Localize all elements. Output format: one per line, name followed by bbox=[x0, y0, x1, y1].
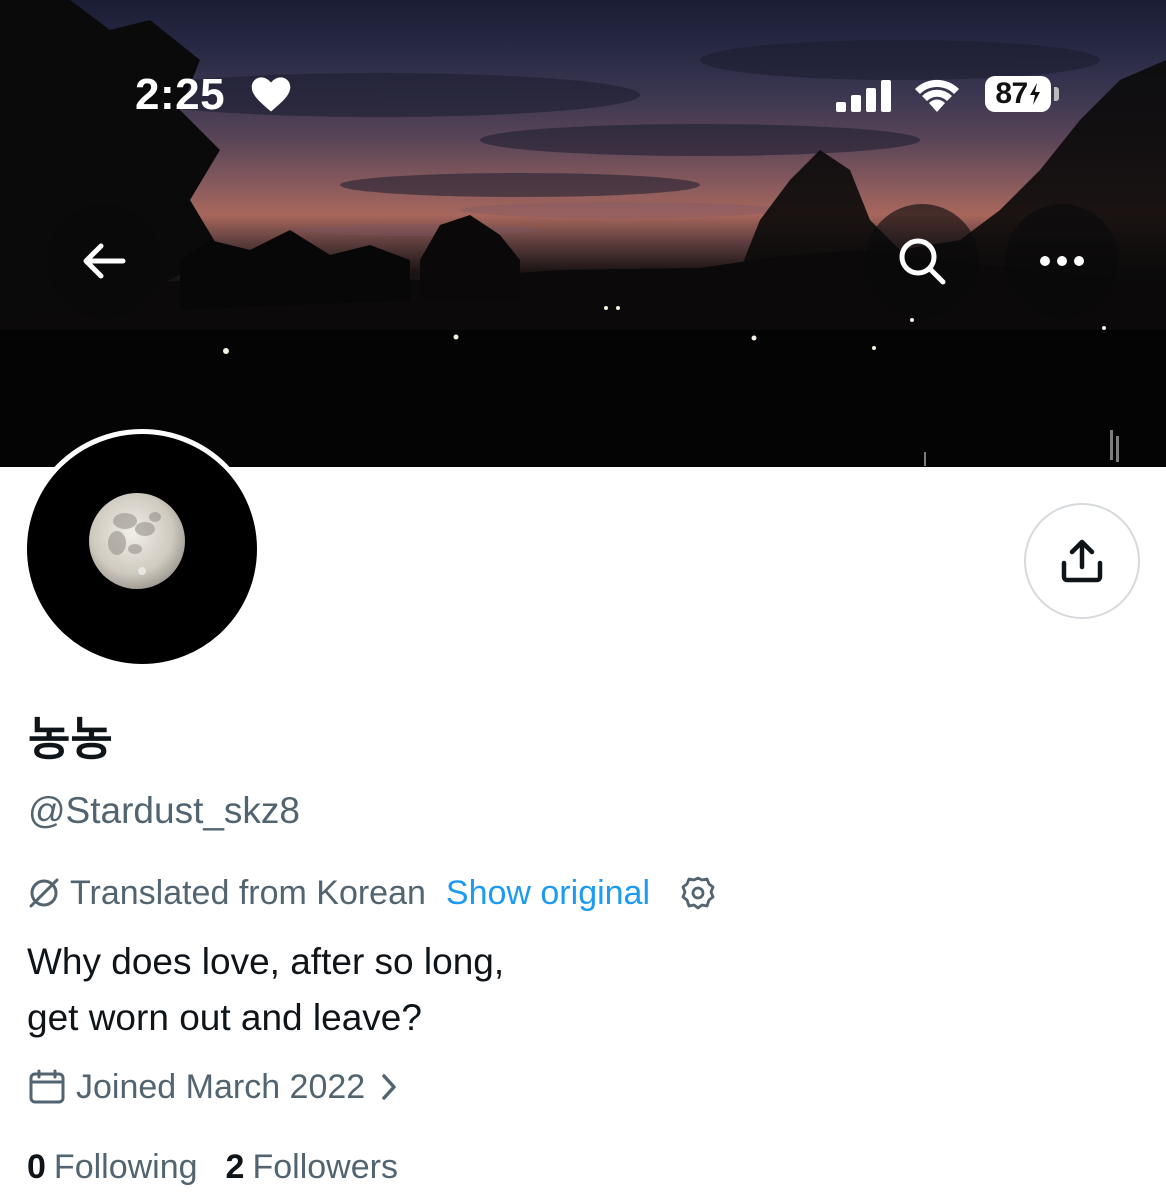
followers-count: 2 bbox=[225, 1148, 245, 1186]
display-name: 농농 bbox=[28, 712, 113, 766]
profile-avatar[interactable] bbox=[22, 429, 262, 669]
bio-line: Why does love, after so long, bbox=[27, 941, 505, 982]
cellular-signal-icon bbox=[836, 80, 894, 117]
share-upload-icon bbox=[1061, 539, 1103, 583]
more-horizontal-icon bbox=[1040, 256, 1084, 266]
search-icon bbox=[899, 238, 946, 285]
followers-label: Followers bbox=[252, 1148, 398, 1186]
user-handle: @Stardust_skz8 bbox=[28, 790, 301, 831]
battery-cap bbox=[1054, 87, 1059, 101]
follow-stats: 0 Following 2 Followers bbox=[27, 1148, 398, 1187]
chevron-right-icon bbox=[381, 1073, 397, 1101]
profile-bio: Why does love, after so long, get worn o… bbox=[27, 934, 504, 1046]
status-time: 2:25 bbox=[135, 70, 226, 119]
calendar-icon bbox=[28, 1069, 66, 1105]
wifi-icon bbox=[914, 78, 960, 119]
show-original-link[interactable]: Show original bbox=[446, 874, 650, 913]
search-button[interactable] bbox=[865, 204, 979, 318]
following-count: 0 bbox=[27, 1148, 46, 1186]
full-moon-image bbox=[89, 493, 185, 589]
translation-note: Translated from Korean bbox=[70, 873, 426, 912]
translate-icon bbox=[26, 875, 62, 911]
bio-line: get worn out and leave? bbox=[27, 997, 422, 1038]
followers-link[interactable]: 2 Followers bbox=[226, 1148, 398, 1187]
joined-date[interactable]: Joined March 2022 bbox=[28, 1064, 397, 1110]
following-link[interactable]: 0 Following bbox=[27, 1148, 198, 1187]
share-profile-button[interactable] bbox=[1024, 503, 1140, 619]
back-button[interactable] bbox=[47, 204, 161, 318]
battery-level: 87 bbox=[995, 77, 1028, 110]
heart-icon bbox=[250, 74, 292, 119]
back-arrow-icon bbox=[83, 243, 126, 279]
gear-icon[interactable] bbox=[680, 875, 716, 911]
more-options-button[interactable] bbox=[1005, 204, 1119, 318]
following-label: Following bbox=[53, 1148, 198, 1186]
joined-label: Joined March 2022 bbox=[76, 1067, 366, 1106]
battery-charging-icon: 87 bbox=[985, 76, 1051, 112]
profile-banner[interactable]: 2:25 87 bbox=[0, 0, 1166, 467]
translation-notice: Translated from Korean Show original bbox=[26, 871, 716, 915]
